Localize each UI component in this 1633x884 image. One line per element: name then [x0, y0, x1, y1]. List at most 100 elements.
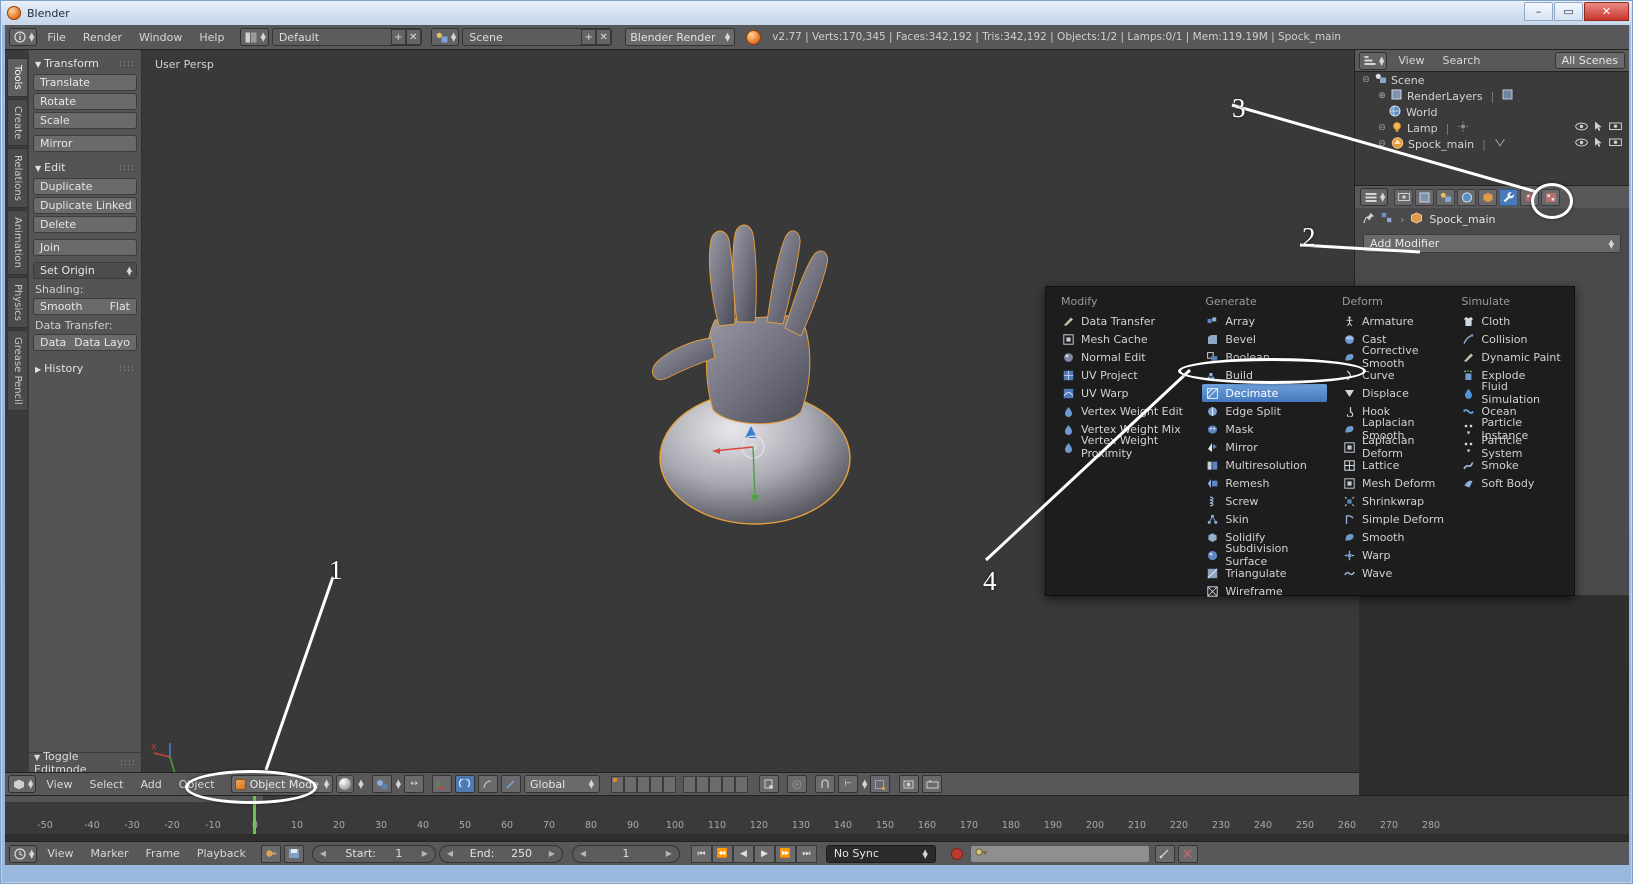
sync-mode-dropdown[interactable]: No Sync ▲ ▼ — [825, 844, 936, 863]
pivot-point-dropdown[interactable] — [371, 775, 392, 793]
menu-item-vertex-weight-edit[interactable]: Vertex Weight Edit — [1058, 402, 1190, 420]
playback-controls[interactable]: ⏮ ⏪ ◀ ▶ ⏩ ⏭ — [690, 844, 817, 863]
renderable-camera-icon[interactable] — [1609, 137, 1622, 151]
menu-item-particle-system[interactable]: Particle System — [1458, 434, 1562, 460]
viewport-menu-object[interactable]: Object — [172, 776, 222, 793]
close-button[interactable]: ✕ — [1584, 2, 1629, 21]
delete-button[interactable]: Delete — [33, 216, 137, 233]
menu-item-simple-deform[interactable]: Simple Deform — [1339, 510, 1446, 528]
screen-add-button[interactable]: + — [390, 29, 406, 45]
duplicate-linked-button[interactable]: Duplicate Linked — [33, 197, 137, 214]
pivot-spinner[interactable]: ▲ ▼ — [396, 779, 401, 790]
end-decrement-icon[interactable]: ◀ — [447, 849, 453, 858]
manipulator-extra-button[interactable] — [501, 775, 522, 793]
object-mode-spinner[interactable]: ▲ ▼ — [324, 779, 329, 790]
scene-spinner[interactable]: ▲ ▼ — [451, 32, 456, 43]
menu-item-armature[interactable]: Armature — [1339, 312, 1446, 330]
menu-item-fluid-simulation[interactable]: Fluid Simulation — [1458, 380, 1562, 406]
menu-render[interactable]: Render — [76, 29, 129, 46]
menu-item-array[interactable]: Array — [1202, 312, 1327, 330]
add-modifier-spinner[interactable]: ▲ ▼ — [1609, 238, 1614, 249]
manipulator-scale-button[interactable] — [478, 775, 499, 793]
screen-layout-field[interactable]: Default + ✕ — [271, 28, 422, 46]
menu-item-edge-split[interactable]: Edge Split — [1202, 402, 1327, 420]
timeline-editor[interactable]: -50 -40 -30 -20 -10 0 10 20 30 40 50 60 … — [5, 795, 1629, 879]
sync-spinner[interactable]: ▲ ▼ — [923, 848, 928, 859]
outliner-row-world[interactable]: World — [1355, 104, 1629, 120]
lamp-data-icon[interactable] — [1457, 121, 1469, 135]
scene-icon-group[interactable]: ▲ ▼ — [430, 28, 460, 46]
layer-group-top[interactable] — [611, 775, 677, 793]
render-engine-spinner[interactable]: ▲ ▼ — [725, 32, 730, 43]
menu-item-boolean[interactable]: Boolean — [1202, 348, 1327, 366]
scene-add-button[interactable]: + — [581, 29, 597, 45]
menu-item-displace[interactable]: Displace — [1339, 384, 1446, 402]
expand-collapse-icon[interactable]: ⊝ — [1361, 75, 1371, 85]
outliner-menu-search[interactable]: Search — [1436, 52, 1488, 69]
viewport-menu-select[interactable]: Select — [83, 776, 131, 793]
end-increment-icon[interactable]: ▶ — [549, 849, 555, 858]
toggle-editmode-footer[interactable]: ▼ Toggle Editmode :::: — [29, 750, 142, 776]
minimize-button[interactable]: – — [1524, 2, 1553, 21]
translate-button[interactable]: Translate — [33, 74, 137, 91]
panel-header-history[interactable]: ▶ History :::: — [33, 359, 137, 379]
screen-delete-button[interactable]: ✕ — [405, 29, 421, 45]
manipulator-toggle-button[interactable]: ↔ — [404, 775, 425, 793]
jump-to-start-button[interactable]: ⏮ — [690, 844, 712, 863]
timeline-editor-spinner[interactable]: ▲ ▼ — [29, 848, 34, 859]
render-opengl-view-button[interactable] — [899, 775, 920, 793]
layer-cell[interactable] — [722, 775, 736, 793]
selectable-cursor-icon[interactable] — [1594, 137, 1603, 151]
render-opengl-anim-button[interactable] — [922, 775, 943, 793]
sidebar-item-physics[interactable]: Physics — [7, 276, 27, 328]
viewport-shading-dropdown[interactable] — [336, 775, 355, 793]
timeline-ruler[interactable]: -50 -40 -30 -20 -10 0 10 20 30 40 50 60 … — [5, 796, 1629, 834]
manipulator-translate-button[interactable] — [432, 775, 453, 793]
menu-item-shrinkwrap[interactable]: Shrinkwrap — [1339, 492, 1446, 510]
data-button[interactable]: Data — [40, 335, 66, 350]
menu-item-subdivision-surface[interactable]: Subdivision Surface — [1202, 542, 1327, 568]
renderable-camera-icon[interactable] — [1609, 121, 1622, 135]
visibility-eye-icon[interactable] — [1575, 137, 1588, 151]
shading-buttons[interactable]: Smooth Flat — [33, 298, 137, 315]
menu-item-corrective-smooth[interactable]: Corrective Smooth — [1339, 344, 1446, 370]
menu-help[interactable]: Help — [192, 29, 231, 46]
screen-layout-icon-group[interactable]: ▲ ▼ — [240, 28, 269, 46]
menu-item-wireframe[interactable]: Wireframe — [1202, 582, 1327, 600]
layer-cell[interactable] — [683, 775, 697, 793]
snap-element-button[interactable] — [870, 775, 891, 793]
layer-cell[interactable] — [696, 775, 710, 793]
object-lock-button[interactable] — [759, 775, 780, 793]
outliner-row-toggles-lamp[interactable] — [1575, 121, 1629, 135]
scene-field[interactable]: Scene + ✕ — [462, 28, 613, 46]
current-frame-field[interactable]: ◀ 1 ▶ — [571, 844, 680, 863]
orientation-spinner[interactable]: ▲ ▼ — [589, 779, 594, 790]
menu-item-uv-project[interactable]: UV Project — [1058, 366, 1190, 384]
timeline-menu-frame[interactable]: Frame — [139, 845, 187, 862]
menu-item-wave[interactable]: Wave — [1339, 564, 1446, 582]
layer-cell[interactable] — [611, 775, 625, 793]
end-frame-field[interactable]: ◀ End: 250 ▶ — [438, 844, 563, 863]
menu-item-mask[interactable]: Mask — [1202, 420, 1327, 438]
menu-item-dynamic-paint[interactable]: Dynamic Paint — [1458, 348, 1562, 366]
menu-item-collision[interactable]: Collision — [1458, 330, 1562, 348]
sidebar-item-grease-pencil[interactable]: Grease Pencil — [7, 329, 27, 412]
outliner-editor-type-selector[interactable]: ▲ ▼ — [1359, 51, 1388, 70]
mirror-button[interactable]: Mirror — [33, 135, 137, 152]
start-frame-field[interactable]: ◀ Start: 1 ▶ — [311, 844, 436, 863]
tab-world[interactable] — [1457, 188, 1477, 206]
menu-item-build[interactable]: Build — [1202, 366, 1327, 384]
timeline-menu-playback[interactable]: Playback — [190, 845, 253, 862]
snap-target-button[interactable]: ⊢ — [838, 775, 859, 793]
menu-item-soft-body[interactable]: Soft Body — [1458, 474, 1562, 492]
menu-item-smooth[interactable]: Smooth — [1339, 528, 1446, 546]
menu-item-bevel[interactable]: Bevel — [1202, 330, 1327, 348]
snap-spinner[interactable]: ▲ ▼ — [862, 779, 867, 790]
object-breadcrumb-icon[interactable] — [1381, 212, 1394, 227]
menu-item-mirror[interactable]: Mirror — [1202, 438, 1327, 456]
pin-icon[interactable] — [1363, 212, 1375, 227]
sidebar-item-relations[interactable]: Relations — [7, 147, 27, 208]
layer-cell[interactable] — [624, 775, 638, 793]
visibility-eye-icon[interactable] — [1575, 121, 1588, 135]
menu-item-mesh-cache[interactable]: Mesh Cache — [1058, 330, 1190, 348]
